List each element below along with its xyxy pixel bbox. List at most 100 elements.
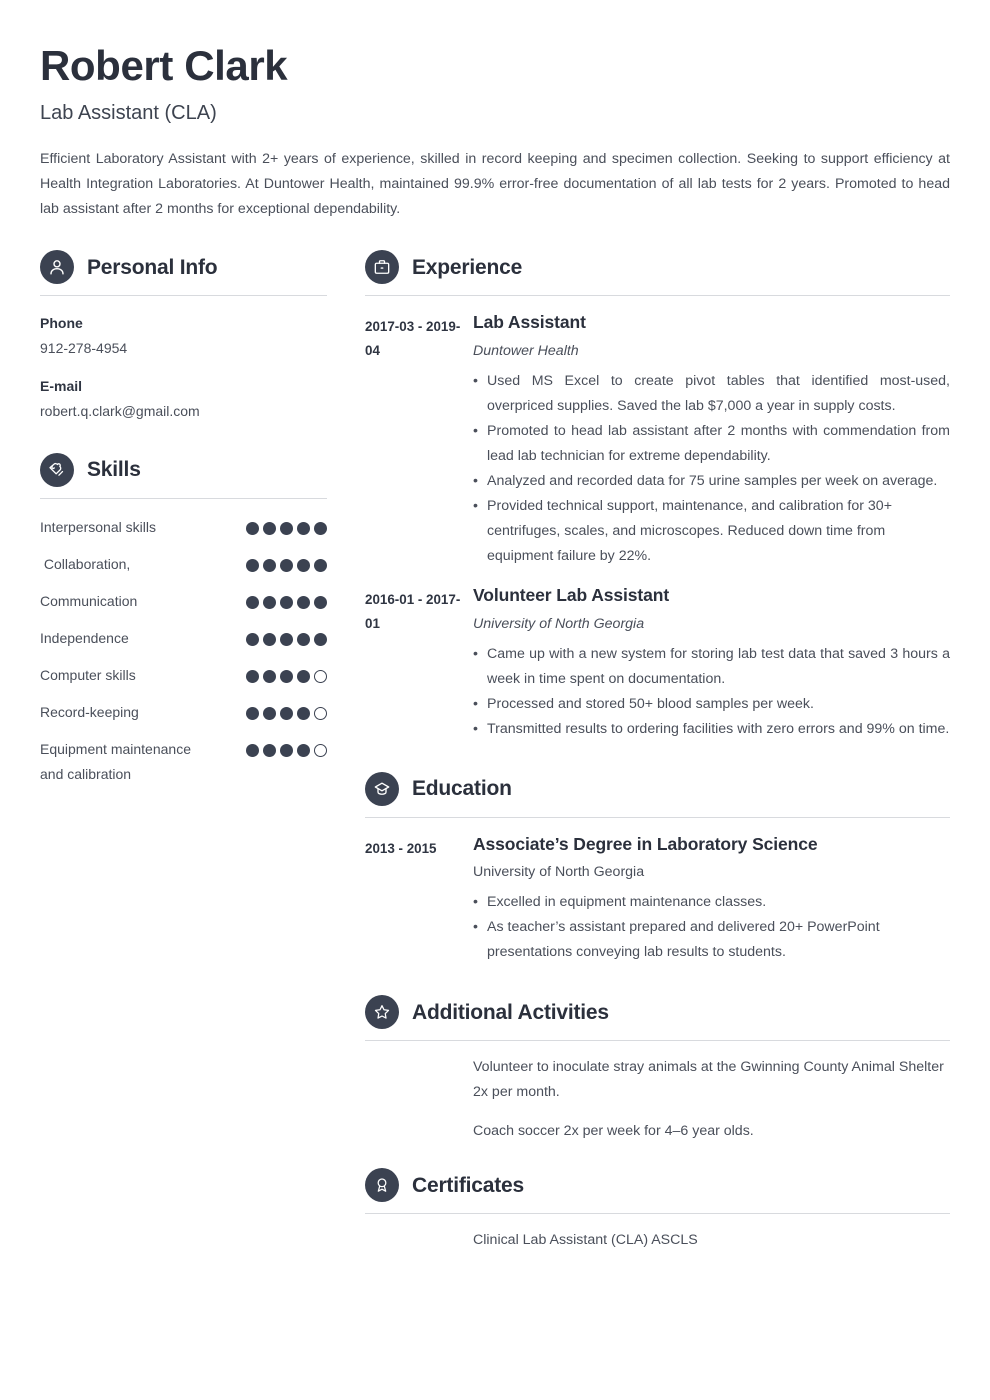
- resume-header: Robert Clark Lab Assistant (CLA) Efficie…: [40, 42, 950, 222]
- section-education: Education 2013 - 2015 Associate’s Degree …: [365, 771, 950, 966]
- entry-organization: Duntower Health: [473, 342, 579, 359]
- bullet-item: Processed and stored 50+ blood samples p…: [473, 692, 950, 717]
- phone-value: 912-278-4954: [40, 340, 128, 357]
- section-title: Education: [412, 777, 512, 801]
- entry-bullets: Used MS Excel to create pivot tables tha…: [473, 369, 950, 569]
- entry-body: Associate’s Degree in Laboratory Science…: [473, 834, 950, 966]
- rating-dot-filled: [314, 558, 327, 572]
- skill-row: Communication: [40, 589, 327, 614]
- entry-experience: 2016-01 - 2017-01 Volunteer Lab Assistant…: [365, 585, 950, 742]
- skill-row: Collaboration,: [40, 552, 327, 577]
- skill-label: Collaboration,: [40, 555, 131, 572]
- section-title: Skills: [87, 458, 141, 482]
- rating-dot-filled: [297, 595, 310, 609]
- bullet-item: Excelled in equipment maintenance classe…: [473, 890, 950, 915]
- personal-info-field-phone: Phone 912-278-4954: [40, 313, 327, 359]
- rating-dot-filled: [263, 669, 276, 683]
- rating-dot-filled: [280, 669, 293, 683]
- rating-dot-filled: [297, 558, 310, 572]
- rating-dot-filled: [246, 632, 259, 646]
- rating-dot-filled: [246, 669, 259, 683]
- certificate-item: Clinical Lab Assistant (CLA) ASCLS: [473, 1232, 698, 1249]
- bullet-item: Provided technical support, maintenance,…: [473, 494, 950, 569]
- section-certificates: Certificates Clinical Lab Assistant (CLA…: [365, 1168, 950, 1253]
- section-header-experience: Experience: [365, 250, 950, 295]
- rating-dot-filled: [280, 743, 293, 757]
- section-title: Certificates: [412, 1173, 524, 1197]
- entry-body: Volunteer Lab Assistant University of Nor…: [473, 585, 950, 742]
- section-skills: Skills Interpersonal skills Collaboratio…: [40, 452, 327, 787]
- certificates-list: Clinical Lab Assistant (CLA) ASCLS: [365, 1228, 950, 1253]
- rating-dot-filled: [297, 632, 310, 646]
- section-additional-activities: Additional Activities Volunteer to inocu…: [365, 995, 950, 1144]
- skill-rating-dots: [246, 663, 327, 683]
- personal-info-field-email: E-mail robert.q.clark@gmail.com: [40, 376, 327, 422]
- skill-label: Independence: [40, 629, 129, 646]
- section-header-education: Education: [365, 771, 950, 817]
- rating-dot-filled: [297, 706, 310, 720]
- skills-list: Interpersonal skills Collaboration, Commu…: [40, 515, 327, 787]
- section-divider: [365, 1213, 950, 1215]
- entry-title: Volunteer Lab Assistant: [473, 584, 670, 605]
- skill-row: Interpersonal skills: [40, 515, 327, 540]
- section-divider: [365, 816, 950, 818]
- bullet-item: Analyzed and recorded data for 75 urine …: [473, 469, 950, 494]
- rating-dot-filled: [280, 521, 293, 535]
- rating-dot-filled: [297, 669, 310, 683]
- rating-dot-filled: [263, 595, 276, 609]
- rating-dot-filled: [263, 706, 276, 720]
- entry-organization: University of North Georgia: [473, 615, 645, 632]
- professional-summary: Efficient Laboratory Assistant with 2+ y…: [40, 151, 950, 218]
- rating-dot-filled: [263, 632, 276, 646]
- star-icon: [365, 995, 399, 1030]
- rating-dot-filled: [246, 521, 259, 535]
- skill-row: Record-keeping: [40, 700, 327, 725]
- entry-dates: 2017-03 - 2019-04: [365, 319, 461, 359]
- activity-item: Coach soccer 2x per week for 4–6 year ol…: [473, 1123, 754, 1140]
- briefcase-icon: [365, 250, 399, 285]
- rating-dot-filled: [246, 595, 259, 609]
- field-label: Phone: [40, 315, 83, 332]
- section-experience: Experience 2017-03 - 2019-04 Lab Assistan…: [365, 250, 950, 742]
- award-ribbon-icon: [365, 1168, 399, 1203]
- rating-dot-filled: [263, 743, 276, 757]
- section-title: Personal Info: [87, 255, 218, 279]
- section-personal-info: Personal Info Phone 912-278-4954 E-mail …: [40, 250, 327, 423]
- skill-rating-dots: [246, 626, 327, 646]
- skill-rating-dots: [246, 589, 327, 609]
- entry-education: 2013 - 2015 Associate’s Degree in Laborat…: [365, 834, 950, 966]
- skill-rating-dots: [246, 515, 327, 535]
- rating-dot-empty: [314, 669, 327, 683]
- rating-dot-empty: [314, 706, 327, 720]
- rating-dot-filled: [297, 743, 310, 757]
- entry-title: Lab Assistant: [473, 312, 586, 333]
- sidebar-column: Personal Info Phone 912-278-4954 E-mail …: [40, 250, 327, 799]
- rating-dot-filled: [297, 521, 310, 535]
- skill-label: Communication: [40, 592, 138, 609]
- section-divider: [365, 1040, 950, 1042]
- email-value: robert.q.clark@gmail.com: [40, 403, 200, 420]
- section-header-additional-activities: Additional Activities: [365, 995, 950, 1040]
- activity-item: Volunteer to inoculate stray animals at …: [473, 1059, 944, 1101]
- skill-rating-dots: [246, 552, 327, 572]
- skill-row: Equipment maintenance and calibration: [40, 737, 327, 787]
- rating-dot-filled: [263, 558, 276, 572]
- entry-dates: 2013 - 2015: [365, 840, 437, 856]
- bullet-item: As teacher’s assistant prepared and deli…: [473, 915, 950, 965]
- rating-dot-filled: [263, 521, 276, 535]
- skill-row: Computer skills: [40, 663, 327, 688]
- skill-rating-dots: [246, 737, 327, 757]
- job-title: Lab Assistant (CLA): [40, 102, 217, 125]
- bullet-item: Came up with a new system for storing la…: [473, 642, 950, 692]
- rating-dot-filled: [280, 706, 293, 720]
- puzzle-heart-icon: [40, 452, 74, 487]
- section-divider: [365, 295, 950, 297]
- skill-label: Computer skills: [40, 666, 136, 683]
- entry-body: Lab Assistant Duntower Health Used MS Exce…: [473, 312, 950, 569]
- additional-activities-list: Volunteer to inoculate stray animals at …: [365, 1055, 950, 1144]
- bullet-item: Used MS Excel to create pivot tables tha…: [473, 369, 950, 419]
- section-title: Additional Activities: [412, 1000, 609, 1024]
- rating-dot-filled: [246, 706, 259, 720]
- skill-label: Record-keeping: [40, 703, 139, 720]
- skill-label: Interpersonal skills: [40, 518, 156, 535]
